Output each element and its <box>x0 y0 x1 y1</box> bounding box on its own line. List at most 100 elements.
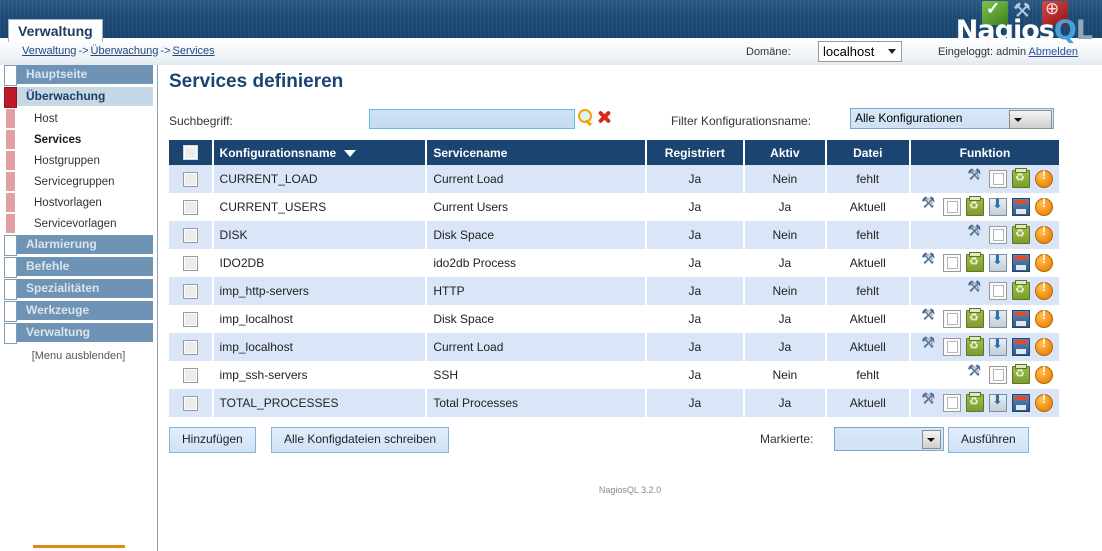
module-tab-verwaltung[interactable]: Verwaltung <box>8 19 103 42</box>
save-icon[interactable] <box>1012 338 1030 356</box>
add-button[interactable]: Hinzufügen <box>169 427 256 453</box>
delete-icon[interactable] <box>966 308 984 328</box>
warning-icon[interactable] <box>1035 168 1053 188</box>
sidebar-item-werkzeuge[interactable]: Werkzeuge <box>4 301 153 322</box>
sidebar-item-servicegruppen[interactable]: Servicegruppen <box>4 172 153 192</box>
tools-icon[interactable] <box>921 193 938 215</box>
tools-icon[interactable] <box>921 389 938 411</box>
sidebar-item-host[interactable]: Host <box>4 109 153 129</box>
row-checkbox[interactable] <box>182 171 198 187</box>
tools-icon[interactable] <box>967 361 984 383</box>
marked-action-select[interactable] <box>834 427 944 451</box>
copy-icon[interactable] <box>989 170 1007 188</box>
row-checkbox[interactable] <box>182 395 198 411</box>
sidebar-item-befehle[interactable]: Befehle <box>4 257 153 278</box>
row-select-cell[interactable] <box>169 249 214 277</box>
warning-icon[interactable] <box>1035 196 1053 216</box>
sidebar-item-ueberwachung[interactable]: Überwachung <box>4 87 153 108</box>
tools-icon[interactable] <box>967 221 984 243</box>
warning-icon[interactable] <box>1035 308 1053 328</box>
copy-icon[interactable] <box>943 394 961 412</box>
row-select-cell[interactable] <box>169 361 214 389</box>
row-checkbox[interactable] <box>182 283 198 299</box>
column-servicename[interactable]: Servicename <box>426 140 647 165</box>
tools-icon[interactable] <box>921 249 938 271</box>
sidebar-item-servicevorlagen[interactable]: Servicevorlagen <box>4 214 153 234</box>
copy-icon[interactable] <box>989 366 1007 384</box>
row-select-cell[interactable] <box>169 193 214 221</box>
copy-icon[interactable] <box>943 198 961 216</box>
tools-icon[interactable] <box>921 305 938 327</box>
column-konfigurationsname[interactable]: Konfigurationsname <box>212 140 428 165</box>
column-registriert[interactable]: Registriert <box>645 140 746 165</box>
row-checkbox[interactable] <box>182 339 198 355</box>
sidebar-item-verwaltung[interactable]: Verwaltung <box>4 323 153 344</box>
row-checkbox[interactable] <box>182 255 198 271</box>
row-checkbox[interactable] <box>182 367 198 383</box>
tools-icon[interactable] <box>967 165 984 187</box>
row-select-cell[interactable] <box>169 389 214 417</box>
hide-menu-link[interactable]: [Menu ausblenden] <box>0 350 157 362</box>
warning-icon[interactable] <box>1035 364 1053 384</box>
breadcrumb-item-verwaltung[interactable]: Verwaltung <box>22 45 76 57</box>
sidebar-item-hostgruppen[interactable]: Hostgruppen <box>4 151 153 171</box>
execute-button[interactable]: Ausführen <box>948 427 1029 453</box>
row-select-cell[interactable] <box>169 333 214 361</box>
row-checkbox[interactable] <box>182 227 198 243</box>
copy-icon[interactable] <box>989 226 1007 244</box>
warning-icon[interactable] <box>1035 280 1053 300</box>
delete-icon[interactable] <box>1012 224 1030 244</box>
row-select-cell[interactable] <box>169 305 214 333</box>
save-icon[interactable] <box>1012 394 1030 412</box>
warning-icon[interactable] <box>1035 224 1053 244</box>
column-datei[interactable]: Datei <box>825 140 911 165</box>
delete-icon[interactable] <box>966 252 984 272</box>
delete-icon[interactable] <box>966 392 984 412</box>
delete-icon[interactable] <box>1012 280 1030 300</box>
row-select-cell[interactable] <box>169 165 214 193</box>
save-icon[interactable] <box>1012 254 1030 272</box>
breadcrumb-item-ueberwachung[interactable]: Überwachung <box>91 45 159 57</box>
sidebar-item-spezialitaeten[interactable]: Spezialitäten <box>4 279 153 300</box>
tools-icon[interactable] <box>921 333 938 355</box>
row-select-cell[interactable] <box>169 277 214 305</box>
filter-config-select[interactable]: Alle Konfigurationen <box>850 108 1054 129</box>
sidebar-item-alarmierung[interactable]: Alarmierung <box>4 235 153 256</box>
delete-icon[interactable] <box>1012 168 1030 188</box>
import-icon[interactable] <box>989 252 1007 272</box>
copy-icon[interactable] <box>943 338 961 356</box>
save-icon[interactable] <box>1012 198 1030 216</box>
logo-part-l: L <box>1075 15 1093 46</box>
sidebar-item-hostvorlagen[interactable]: Hostvorlagen <box>4 193 153 213</box>
save-icon[interactable] <box>1012 310 1030 328</box>
copy-icon[interactable] <box>943 310 961 328</box>
clear-search-icon[interactable] <box>596 108 614 126</box>
import-icon[interactable] <box>989 392 1007 412</box>
search-input[interactable] <box>369 109 575 129</box>
copy-icon[interactable] <box>989 282 1007 300</box>
domain-select[interactable]: localhost <box>818 41 902 62</box>
write-all-config-files-button[interactable]: Alle Konfigdateien schreiben <box>271 427 450 453</box>
import-icon[interactable] <box>989 196 1007 216</box>
copy-icon[interactable] <box>943 254 961 272</box>
tools-icon[interactable] <box>967 277 984 299</box>
warning-icon[interactable] <box>1035 392 1053 412</box>
search-icon[interactable] <box>577 109 595 127</box>
row-checkbox[interactable] <box>182 311 198 327</box>
column-select-all[interactable] <box>169 140 214 165</box>
sidebar-item-services[interactable]: Services <box>4 130 153 150</box>
logout-link[interactable]: Abmelden <box>1029 46 1079 58</box>
sidebar-item-hauptseite[interactable]: Hauptseite <box>4 65 153 86</box>
row-select-cell[interactable] <box>169 221 214 249</box>
warning-icon[interactable] <box>1035 336 1053 356</box>
delete-icon[interactable] <box>966 336 984 356</box>
column-aktiv[interactable]: Aktiv <box>744 140 827 165</box>
select-all-checkbox[interactable] <box>182 145 198 161</box>
warning-icon[interactable] <box>1035 252 1053 272</box>
import-icon[interactable] <box>989 336 1007 356</box>
delete-icon[interactable] <box>1012 364 1030 384</box>
breadcrumb-item-services[interactable]: Services <box>173 45 215 57</box>
row-checkbox[interactable] <box>182 199 198 215</box>
delete-icon[interactable] <box>966 196 984 216</box>
import-icon[interactable] <box>989 308 1007 328</box>
